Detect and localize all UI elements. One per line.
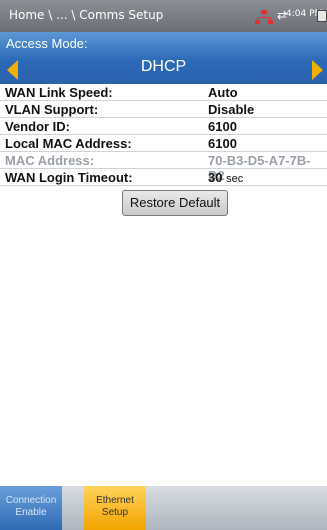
setting-value: Disable xyxy=(208,102,255,117)
softkey-line: Enable xyxy=(15,507,47,518)
softkey-ethernet-setup[interactable]: Ethernet Setup xyxy=(84,486,146,530)
setting-label: WAN Login Timeout: xyxy=(5,170,133,185)
setting-label: MAC Address: xyxy=(5,153,95,168)
screen: Home \ ... \ Comms Setup ⇄ 4:04 PM Acces… xyxy=(0,0,327,530)
settings-list: WAN Link Speed: Auto VLAN Support: Disab… xyxy=(0,84,327,186)
setting-value: Auto xyxy=(208,85,238,100)
battery-icon xyxy=(317,10,327,22)
setting-label: VLAN Support: xyxy=(5,102,99,117)
access-mode-label: Access Mode: xyxy=(6,36,88,51)
setting-value: 6100 xyxy=(208,119,237,134)
setting-wan-login-timeout[interactable]: WAN Login Timeout: 30 sec xyxy=(0,169,327,186)
access-mode-value[interactable]: DHCP xyxy=(0,58,327,76)
breadcrumb[interactable]: Home \ ... \ Comms Setup xyxy=(9,8,163,22)
setting-label: Local MAC Address: xyxy=(5,136,132,151)
arrow-right-icon[interactable] xyxy=(312,60,323,80)
setting-local-mac-address[interactable]: Local MAC Address: 6100 xyxy=(0,135,327,152)
setting-value: 6100 xyxy=(208,136,237,151)
setting-value: 30 sec xyxy=(208,170,244,185)
softkey-connection-enable[interactable]: Connection Enable xyxy=(0,486,62,530)
setting-vlan-support[interactable]: VLAN Support: Disable xyxy=(0,101,327,118)
softkey-line: Setup xyxy=(101,507,129,518)
setting-label: WAN Link Speed: xyxy=(5,85,113,100)
softkey-line: Connection xyxy=(5,495,57,506)
restore-default-button[interactable]: Restore Default xyxy=(122,190,228,216)
access-mode-selector: Access Mode: DHCP xyxy=(0,32,327,84)
setting-vendor-id[interactable]: Vendor ID: 6100 xyxy=(0,118,327,135)
setting-mac-address: MAC Address: 70-B3-D5-A7-7B-D2 xyxy=(0,152,327,183)
network-icon xyxy=(255,9,273,24)
softkey-line: Ethernet xyxy=(96,495,134,506)
title-bar: Home \ ... \ Comms Setup ⇄ 4:04 PM xyxy=(0,0,327,32)
setting-wan-link-speed[interactable]: WAN Link Speed: Auto xyxy=(0,84,327,101)
setting-label: Vendor ID: xyxy=(5,119,71,134)
